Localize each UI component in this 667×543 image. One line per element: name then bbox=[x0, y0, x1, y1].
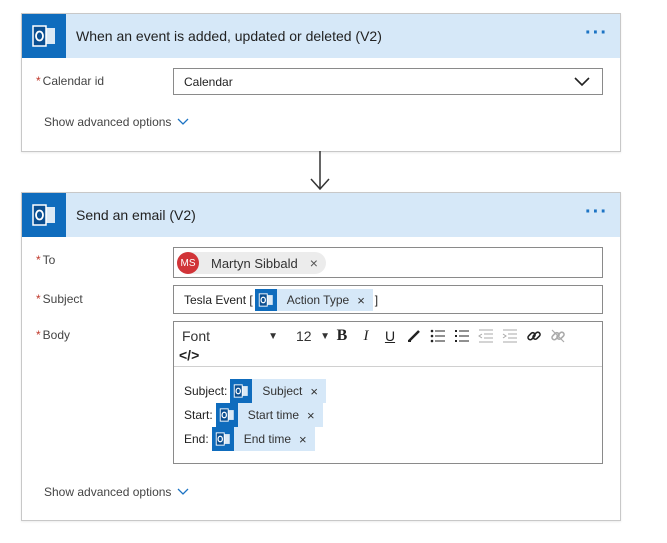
subject-token[interactable]: Subject × bbox=[230, 379, 326, 403]
more-dots-icon[interactable]: ··· bbox=[585, 23, 608, 43]
link-icon[interactable] bbox=[522, 325, 546, 347]
outlook-icon bbox=[230, 379, 253, 403]
body-line-start: Start: Start time × bbox=[184, 403, 323, 427]
chevron-down-icon bbox=[177, 118, 189, 125]
italic-button[interactable]: I bbox=[354, 325, 378, 347]
underline-button[interactable]: U bbox=[378, 325, 402, 347]
outlook-icon bbox=[22, 14, 66, 58]
more-dots-icon[interactable]: ··· bbox=[585, 202, 608, 222]
body-line-subject: Subject: Subject × bbox=[184, 379, 326, 403]
outdent-icon[interactable] bbox=[474, 325, 498, 347]
editor-toolbar: Font ▼ 12 ▼ B I U bbox=[180, 325, 570, 347]
bullet-list-icon[interactable] bbox=[426, 325, 450, 347]
action-header[interactable]: Send an email (V2) ··· bbox=[22, 193, 620, 237]
trigger-header[interactable]: When an event is added, updated or delet… bbox=[22, 14, 620, 58]
body-editor[interactable]: Font ▼ 12 ▼ B I U </> Subject: Subject ×… bbox=[173, 321, 603, 464]
bold-button[interactable]: B bbox=[330, 325, 354, 347]
action-title: Send an email (V2) bbox=[76, 207, 196, 223]
subject-suffix: ] bbox=[374, 293, 379, 307]
outlook-icon bbox=[215, 403, 238, 427]
unlink-icon[interactable] bbox=[546, 325, 570, 347]
start-time-token[interactable]: Start time × bbox=[215, 403, 323, 427]
remove-icon[interactable]: × bbox=[357, 293, 373, 308]
to-field[interactable]: MS Martyn Sibbald × bbox=[173, 247, 603, 278]
chevron-down-icon bbox=[177, 488, 189, 495]
code-view-icon[interactable]: </> bbox=[179, 347, 199, 363]
calendar-id-label: * Calendar id bbox=[36, 74, 105, 88]
chevron-down-icon bbox=[574, 77, 590, 87]
editor-divider bbox=[174, 366, 602, 367]
action-show-advanced[interactable]: Show advanced options bbox=[44, 485, 189, 499]
subject-text: Tesla Event [ bbox=[184, 293, 253, 307]
remove-icon[interactable]: × bbox=[310, 384, 326, 399]
end-time-token[interactable]: End time × bbox=[211, 427, 315, 451]
size-select[interactable]: 12 ▼ bbox=[296, 328, 330, 344]
font-select[interactable]: Font ▼ bbox=[180, 326, 282, 346]
body-line-end: End: End time × bbox=[184, 427, 315, 451]
avatar: MS bbox=[177, 252, 199, 274]
remove-icon[interactable]: × bbox=[299, 432, 315, 447]
numbered-list-icon[interactable] bbox=[450, 325, 474, 347]
trigger-show-advanced[interactable]: Show advanced options bbox=[44, 115, 189, 129]
recipient-chip[interactable]: MS Martyn Sibbald × bbox=[177, 252, 326, 274]
trigger-title: When an event is added, updated or delet… bbox=[76, 28, 382, 44]
outlook-icon bbox=[211, 427, 234, 451]
body-label: * Body bbox=[36, 328, 71, 342]
trigger-card: When an event is added, updated or delet… bbox=[21, 13, 621, 152]
arrow-down-icon bbox=[310, 151, 330, 191]
remove-icon[interactable]: × bbox=[310, 255, 318, 271]
calendar-id-select[interactable]: Calendar bbox=[173, 68, 603, 95]
recipient-name: Martyn Sibbald bbox=[211, 255, 298, 271]
outlook-icon bbox=[254, 289, 277, 311]
action-card: Send an email (V2) ··· * To MS Martyn Sib… bbox=[21, 192, 621, 521]
remove-icon[interactable]: × bbox=[307, 408, 323, 423]
outlook-icon bbox=[22, 193, 66, 237]
color-pen-icon[interactable] bbox=[402, 325, 426, 347]
subject-label: * Subject bbox=[36, 292, 83, 306]
action-type-token[interactable]: Action Type × bbox=[254, 289, 373, 311]
to-label: * To bbox=[36, 253, 56, 267]
subject-field[interactable]: Tesla Event [ Action Type × ] bbox=[173, 285, 603, 314]
indent-icon[interactable] bbox=[498, 325, 522, 347]
